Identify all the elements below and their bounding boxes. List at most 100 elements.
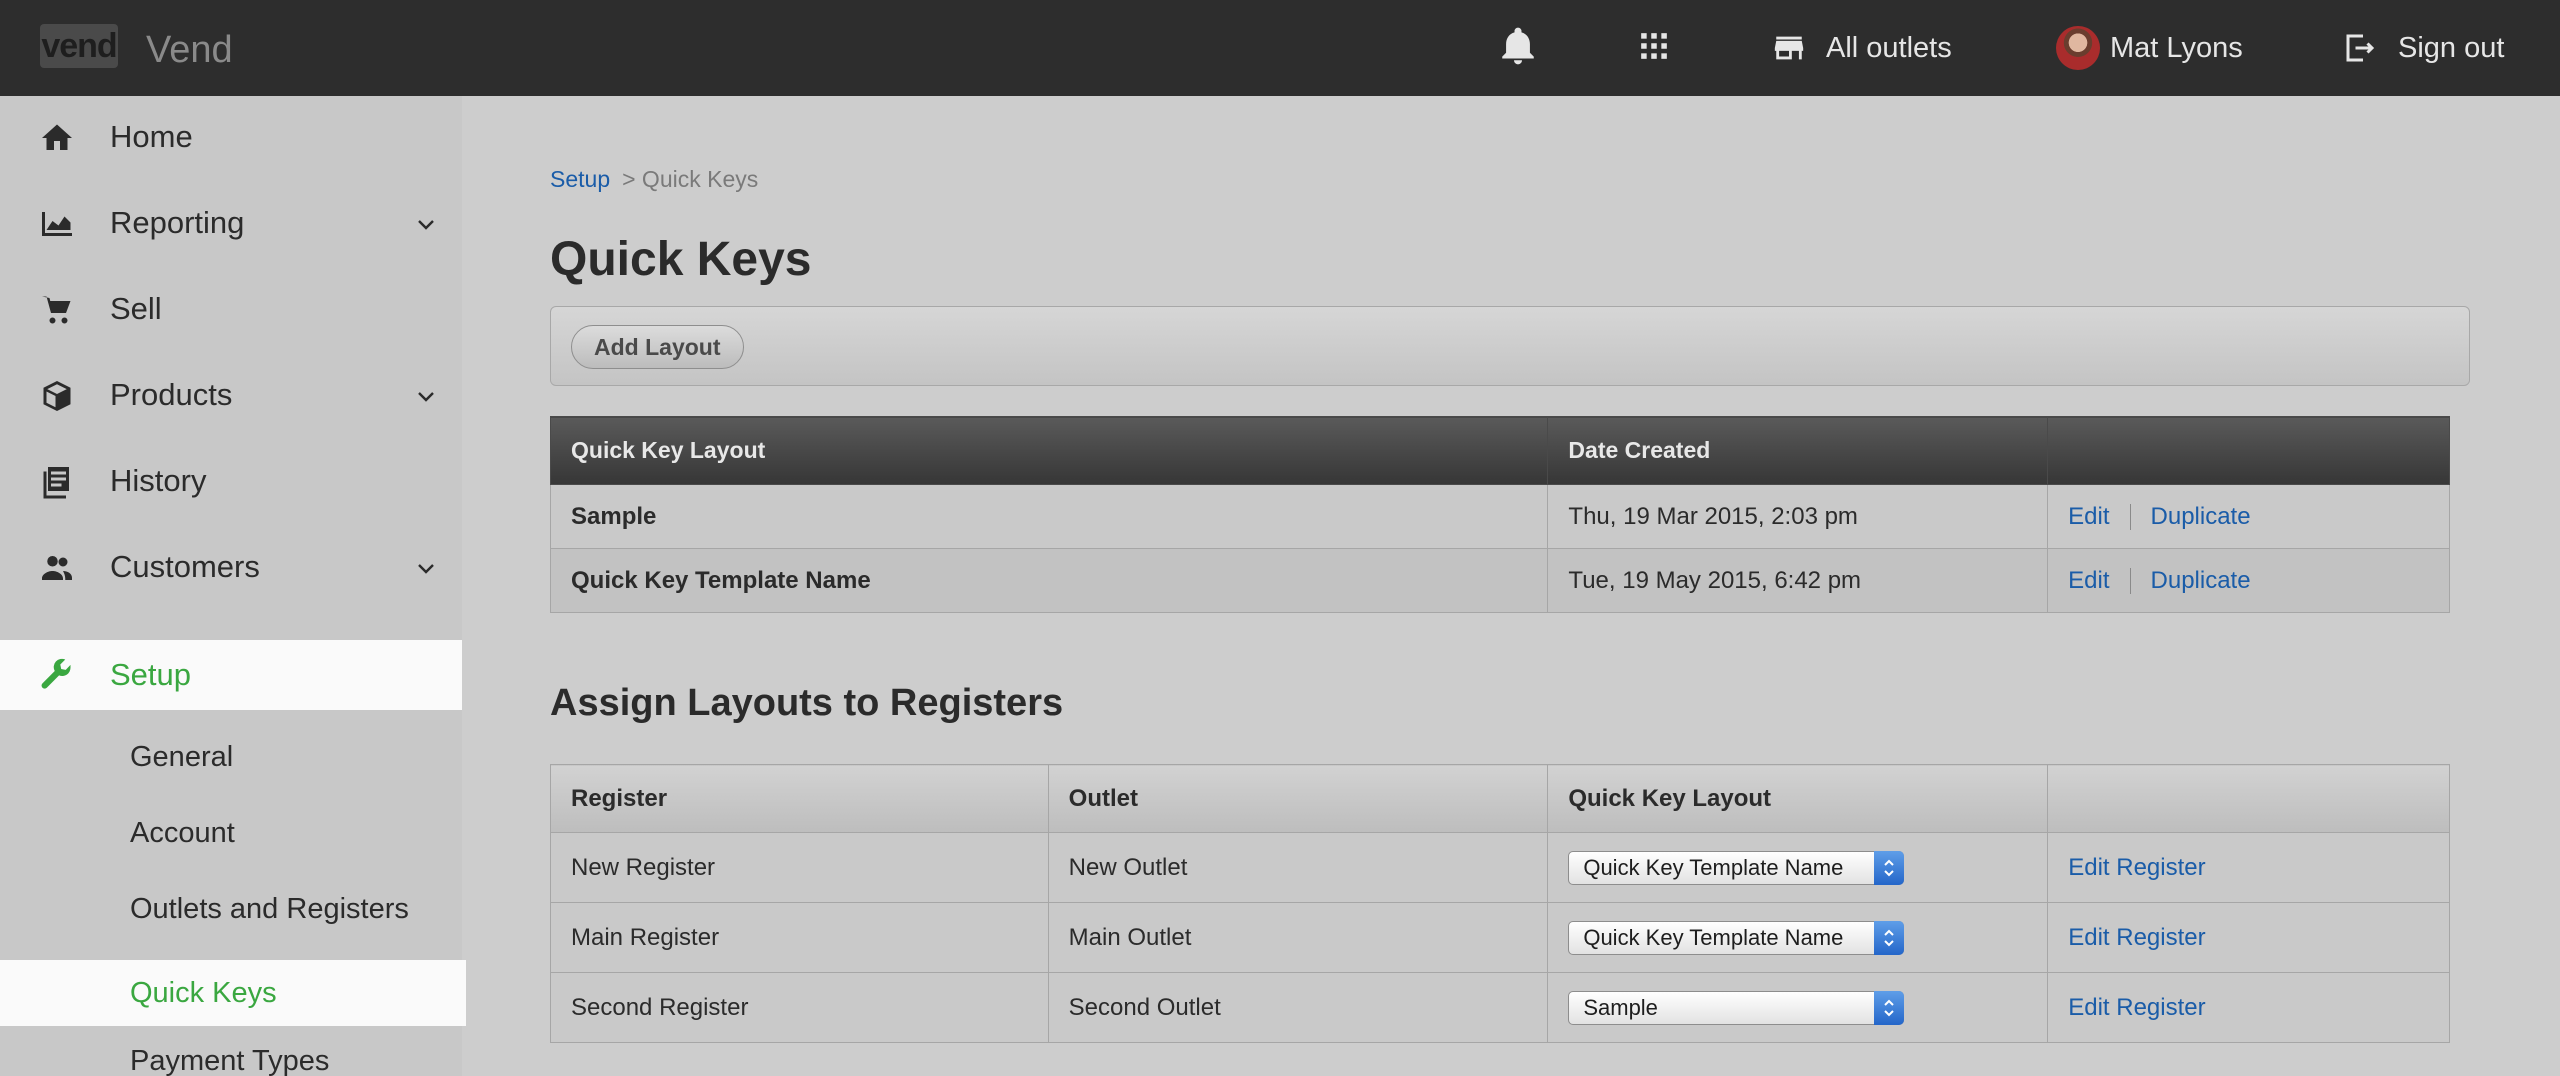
action-divider (2129, 504, 2131, 531)
sidebar-subitem-label: Payment Types (130, 1044, 330, 1076)
top-bar: vend Vend All outlets Mat Lyons Sign out (0, 0, 2560, 96)
sidebar-subitem-outlets-registers[interactable]: Outlets and Registers (0, 876, 466, 942)
sign-out-label: Sign out (2398, 31, 2505, 64)
breadcrumb-current: > Quick Keys (622, 166, 759, 192)
sidebar-item-label: History (110, 463, 207, 498)
register-name: New Register (550, 832, 1049, 903)
column-header: Quick Key Layout (1547, 764, 2049, 833)
sidebar-item-label: Reporting (110, 205, 245, 240)
edit-register-link[interactable]: Edit Register (2068, 924, 2205, 951)
vend-logo[interactable]: vend (40, 24, 118, 68)
box-icon (43, 381, 71, 411)
table-header-row: Register Outlet Quick Key Layout (550, 764, 2450, 833)
layout-name: Sample (549, 484, 1549, 549)
layout-date: Tue, 19 May 2015, 6:42 pm (1547, 548, 2049, 613)
add-layout-button[interactable]: Add Layout (571, 325, 744, 369)
sidebar-subitem-account[interactable]: Account (0, 800, 466, 866)
chevron-down-icon (418, 392, 434, 402)
outlet-selector[interactable]: All outlets (1772, 24, 1952, 72)
sidebar-item-home[interactable]: Home (0, 102, 462, 172)
wrench-icon (41, 658, 71, 689)
cart-icon (42, 296, 71, 324)
sidebar-item-label: Sell (110, 291, 162, 326)
outlet-name: Main Outlet (1047, 902, 1549, 973)
sidebar-item-customers[interactable]: Customers (0, 532, 462, 602)
sidebar-subitem-label: Quick Keys (130, 976, 277, 1009)
edit-register-link[interactable]: Edit Register (2068, 994, 2205, 1021)
assign-section-title: Assign Layouts to Registers (550, 682, 1064, 724)
user-menu[interactable]: Mat Lyons (2056, 24, 2243, 72)
breadcrumb-setup-link[interactable]: Setup (550, 166, 610, 192)
page-title: Quick Keys (550, 233, 812, 286)
register-actions: Edit Register (2047, 972, 2450, 1043)
layout-cell: Quick Key Template Name (1547, 832, 2049, 903)
register-name: Second Register (550, 972, 1049, 1043)
column-header (2047, 416, 2450, 485)
store-icon (1774, 36, 1804, 60)
assign-layouts-table: Register Outlet Quick Key Layout New Reg… (550, 764, 2450, 1043)
edit-layout-link[interactable]: Edit (2068, 503, 2109, 530)
layout-select-value: Quick Key Template Name (1583, 854, 1844, 880)
sidebar-subitem-payment-types[interactable]: Payment Types (0, 1028, 466, 1076)
sidebar-subitem-general[interactable]: General (0, 724, 466, 790)
table-header-row: Quick Key Layout Date Created (549, 416, 2450, 485)
layout-select[interactable]: Sample (1568, 990, 1905, 1025)
edit-register-link[interactable]: Edit Register (2068, 854, 2205, 881)
history-list-icon (43, 467, 69, 499)
duplicate-layout-link[interactable]: Duplicate (2151, 567, 2251, 594)
apps-grid-icon[interactable] (1632, 24, 1676, 68)
table-row: Main Register Main Outlet Quick Key Temp… (550, 902, 2450, 973)
sidebar-item-products[interactable]: Products (0, 360, 462, 430)
quick-key-layouts-table: Quick Key Layout Date Created Sample Thu… (549, 416, 2450, 613)
bell-icon[interactable] (1496, 24, 1540, 68)
user-name: Mat Lyons (2110, 31, 2243, 64)
column-header: Outlet (1047, 764, 1549, 833)
sidebar: Home Reporting Sell Products History Cus… (0, 96, 466, 1076)
layout-select-value: Quick Key Template Name (1583, 924, 1844, 950)
layout-actions: Edit Duplicate (2047, 548, 2450, 613)
layout-name: Quick Key Template Name (549, 548, 1549, 613)
sign-out-icon (2346, 34, 2375, 62)
layout-date: Thu, 19 Mar 2015, 2:03 pm (1547, 484, 2049, 549)
sidebar-item-history[interactable]: History (0, 446, 462, 516)
layout-toolbar: Add Layout (550, 306, 2470, 386)
register-actions: Edit Register (2047, 902, 2450, 973)
column-header: Quick Key Layout (549, 416, 1549, 485)
layout-select[interactable]: Quick Key Template Name (1568, 850, 1905, 885)
action-divider (2129, 568, 2131, 595)
sidebar-item-label: Home (110, 119, 193, 154)
layout-select-value: Sample (1583, 994, 1658, 1020)
register-name: Main Register (550, 902, 1049, 973)
app-name: Vend (146, 29, 233, 71)
breadcrumb: Setup > Quick Keys (550, 166, 758, 193)
table-row: Second Register Second Outlet Sample Edi… (550, 972, 2450, 1043)
column-header: Date Created (1547, 416, 2049, 485)
sidebar-item-setup[interactable]: Setup (0, 640, 462, 710)
sidebar-subitem-quick-keys[interactable]: Quick Keys (0, 960, 466, 1026)
column-header: Register (550, 764, 1049, 833)
layout-select[interactable]: Quick Key Template Name (1568, 920, 1905, 955)
edit-layout-link[interactable]: Edit (2068, 567, 2109, 594)
outlet-name: New Outlet (1047, 832, 1549, 903)
area-chart-icon (42, 212, 72, 236)
layout-actions: Edit Duplicate (2047, 484, 2450, 549)
chevron-down-icon (418, 564, 434, 574)
layout-cell: Quick Key Template Name (1547, 902, 2049, 973)
sidebar-subitem-label: Account (130, 816, 235, 849)
select-arrows-icon (1874, 920, 1905, 955)
column-header (2047, 764, 2450, 833)
sidebar-item-sell[interactable]: Sell (0, 274, 462, 344)
outlets-label: All outlets (1826, 31, 1952, 64)
sidebar-subitem-label: General (130, 740, 234, 773)
duplicate-layout-link[interactable]: Duplicate (2151, 503, 2251, 530)
sidebar-item-reporting[interactable]: Reporting (0, 188, 462, 258)
sidebar-item-label: Products (110, 377, 233, 412)
main-content: Setup > Quick Keys Quick Keys Add Layout … (462, 96, 2560, 1076)
table-row: New Register New Outlet Quick Key Templa… (550, 832, 2450, 903)
outlet-name: Second Outlet (1047, 972, 1549, 1043)
sidebar-subitem-label: Outlets and Registers (130, 892, 409, 925)
sidebar-item-label: Setup (110, 657, 192, 692)
sign-out-button[interactable]: Sign out (2342, 24, 2504, 72)
avatar (2056, 26, 2100, 70)
customers-icon (42, 556, 72, 580)
